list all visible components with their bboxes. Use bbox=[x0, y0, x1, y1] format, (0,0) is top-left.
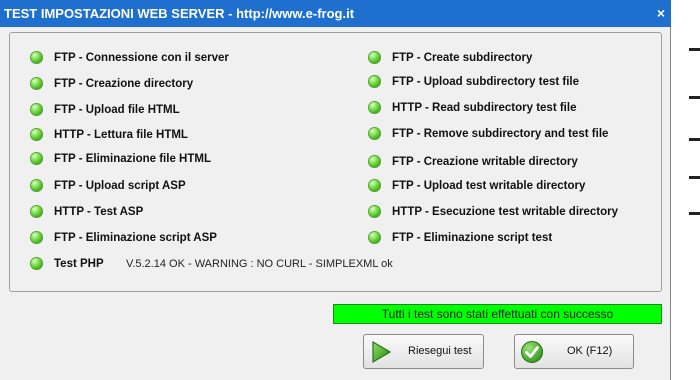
test-label: FTP - Creazione writable directory bbox=[392, 156, 578, 168]
retry-button-label: Riesegui test bbox=[408, 345, 472, 357]
background-marker bbox=[689, 212, 700, 215]
green-led-icon bbox=[368, 155, 381, 168]
green-led-icon bbox=[368, 101, 381, 114]
green-led-icon bbox=[30, 257, 43, 270]
background-window-edge bbox=[671, 0, 700, 380]
green-check-icon bbox=[521, 341, 543, 363]
test-label: HTTP - Read subdirectory test file bbox=[392, 102, 577, 114]
test-label: FTP - Connessione con il server bbox=[54, 52, 229, 64]
test-dialog: TEST IMPOSTAZIONI WEB SERVER - http://ww… bbox=[0, 0, 671, 380]
test-label: FTP - Upload script ASP bbox=[54, 180, 186, 192]
green-led-icon bbox=[368, 75, 381, 88]
test-label: FTP - Remove subdirectory and test file bbox=[392, 128, 609, 140]
window-title: TEST IMPOSTAZIONI WEB SERVER - http://ww… bbox=[4, 6, 355, 21]
green-led-icon bbox=[368, 179, 381, 192]
test-label: FTP - Eliminazione script ASP bbox=[54, 232, 217, 244]
green-led-icon bbox=[30, 179, 43, 192]
test-label: FTP - Eliminazione script test bbox=[392, 232, 553, 244]
test-label: FTP - Eliminazione file HTML bbox=[54, 153, 211, 165]
test-label: FTP - Upload test writable directory bbox=[392, 180, 586, 192]
green-led-icon bbox=[30, 51, 43, 64]
background-marker bbox=[689, 138, 700, 141]
ok-button-label: OK (F12) bbox=[567, 345, 613, 357]
green-led-icon bbox=[30, 205, 43, 218]
test-label: HTTP - Lettura file HTML bbox=[54, 129, 188, 141]
green-led-icon bbox=[30, 77, 43, 90]
background-marker bbox=[689, 176, 700, 179]
ok-button[interactable]: OK (F12) bbox=[514, 334, 634, 369]
play-arrow-icon bbox=[372, 340, 392, 364]
green-led-icon bbox=[368, 231, 381, 244]
test-results-panel: FTP - Connessione con il server FTP - Cr… bbox=[9, 32, 662, 292]
test-label: FTP - Upload file HTML bbox=[54, 104, 180, 116]
test-label: HTTP - Esecuzione test writable director… bbox=[392, 206, 619, 218]
green-led-icon bbox=[30, 128, 43, 141]
green-led-icon bbox=[30, 231, 43, 244]
test-label: FTP - Creazione directory bbox=[54, 78, 194, 90]
background-marker bbox=[689, 48, 700, 51]
green-led-icon bbox=[30, 103, 43, 116]
green-led-icon bbox=[368, 127, 381, 140]
green-led-icon bbox=[30, 152, 43, 165]
php-result-text: V.5.2.14 OK - WARNING : NO CURL - SIMPLE… bbox=[126, 258, 393, 270]
test-label: Test PHP bbox=[54, 258, 104, 270]
retry-test-button[interactable]: Riesegui test bbox=[363, 334, 484, 369]
title-bar[interactable]: TEST IMPOSTAZIONI WEB SERVER - http://ww… bbox=[0, 0, 671, 27]
status-banner: Tutti i test sono stati effettuati con s… bbox=[333, 304, 662, 324]
green-led-icon bbox=[368, 51, 381, 64]
background-marker bbox=[689, 96, 700, 99]
green-led-icon bbox=[368, 205, 381, 218]
test-label: FTP - Upload subdirectory test file bbox=[392, 76, 580, 88]
test-label: HTTP - Test ASP bbox=[54, 206, 144, 218]
close-icon[interactable]: × bbox=[657, 5, 665, 21]
test-label: FTP - Create subdirectory bbox=[392, 52, 533, 64]
